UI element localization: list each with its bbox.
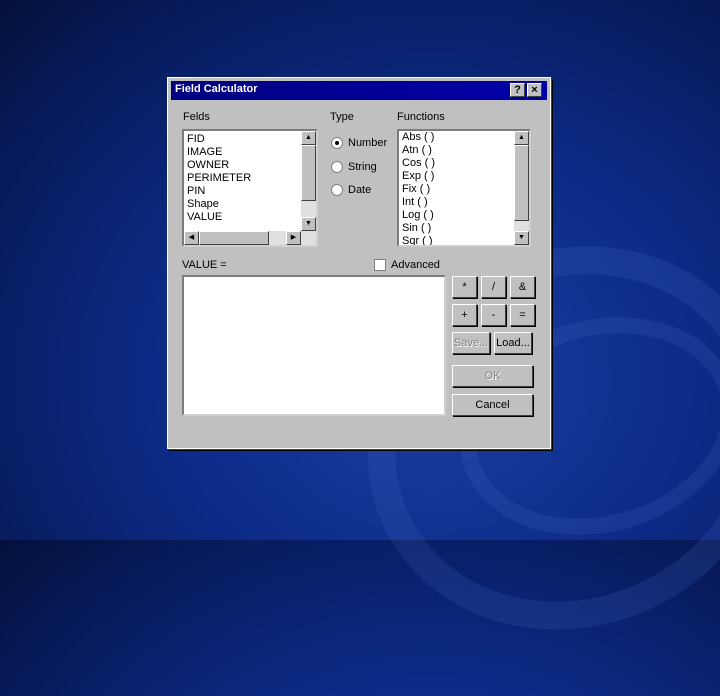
expression-textarea[interactable] (182, 275, 446, 416)
list-item[interactable]: VALUE (187, 211, 251, 224)
type-string-label: String (348, 161, 377, 173)
list-item[interactable]: Log ( ) (402, 209, 435, 222)
plus-button[interactable]: + (452, 304, 477, 326)
list-item[interactable]: Abs ( ) (402, 131, 435, 144)
expression-label: VALUE = (182, 259, 227, 271)
list-item[interactable]: Cos ( ) (402, 157, 435, 170)
save-button[interactable]: Save... (452, 332, 490, 354)
list-item[interactable]: Fix ( ) (402, 183, 435, 196)
help-button[interactable]: ? (510, 83, 525, 97)
type-number-label: Number (348, 137, 388, 149)
window-title: Field Calculator (175, 83, 258, 95)
functions-label: Functions (397, 111, 445, 123)
field-calculator-dialog: Field Calculator ? × Felds FID IMAGE OWN… (167, 77, 551, 449)
scroll-thumb[interactable] (514, 145, 529, 221)
title-bar: Field Calculator ? × (171, 81, 547, 100)
list-item[interactable]: Shape (187, 198, 251, 211)
type-number-radio[interactable] (331, 137, 343, 149)
cancel-button[interactable]: Cancel (452, 394, 533, 416)
list-item[interactable]: FID (187, 133, 251, 146)
fields-label: Felds (183, 111, 210, 123)
scroll-thumb[interactable] (199, 231, 269, 245)
minus-button[interactable]: - (481, 304, 506, 326)
list-item[interactable]: Exp ( ) (402, 170, 435, 183)
functions-listbox[interactable]: Abs ( ) Atn ( ) Cos ( ) Exp ( ) Fix ( ) … (397, 129, 531, 247)
list-item[interactable]: Sin ( ) (402, 222, 435, 235)
type-label: Type (330, 111, 354, 123)
equals-button[interactable]: = (510, 304, 535, 326)
scroll-left-icon[interactable]: ◀ (184, 231, 199, 245)
type-date-label: Date (348, 184, 372, 196)
functions-vertical-scrollbar[interactable]: ▲ ▼ (514, 131, 529, 245)
fields-horizontal-scrollbar[interactable]: ◀ ▶ (184, 231, 316, 245)
list-item[interactable]: Atn ( ) (402, 144, 435, 157)
divide-button[interactable]: / (481, 276, 506, 298)
fields-listbox[interactable]: FID IMAGE OWNER PERIMETER PIN Shape VALU… (182, 129, 318, 247)
scroll-up-icon[interactable]: ▲ (301, 131, 316, 145)
advanced-checkbox[interactable] (374, 259, 386, 271)
scroll-right-icon[interactable]: ▶ (286, 231, 301, 245)
advanced-label: Advanced (391, 259, 440, 271)
scroll-down-icon[interactable]: ▼ (514, 231, 529, 245)
ok-button[interactable]: OK (452, 365, 533, 387)
list-item[interactable]: Int ( ) (402, 196, 435, 209)
scroll-down-icon[interactable]: ▼ (301, 217, 316, 231)
concatenate-button[interactable]: & (510, 276, 535, 298)
type-date-radio[interactable] (331, 184, 343, 196)
list-item[interactable]: OWNER (187, 159, 251, 172)
multiply-button[interactable]: * (452, 276, 477, 298)
list-item[interactable]: Sqr ( ) (402, 235, 435, 245)
list-item[interactable]: PERIMETER (187, 172, 251, 185)
list-item[interactable]: PIN (187, 185, 251, 198)
fields-vertical-scrollbar[interactable]: ▲ ▼ (301, 131, 316, 231)
scroll-up-icon[interactable]: ▲ (514, 131, 529, 145)
close-button[interactable]: × (527, 83, 542, 97)
load-button[interactable]: Load... (494, 332, 532, 354)
type-string-radio[interactable] (331, 161, 343, 173)
scroll-thumb[interactable] (301, 145, 316, 201)
list-item[interactable]: IMAGE (187, 146, 251, 159)
